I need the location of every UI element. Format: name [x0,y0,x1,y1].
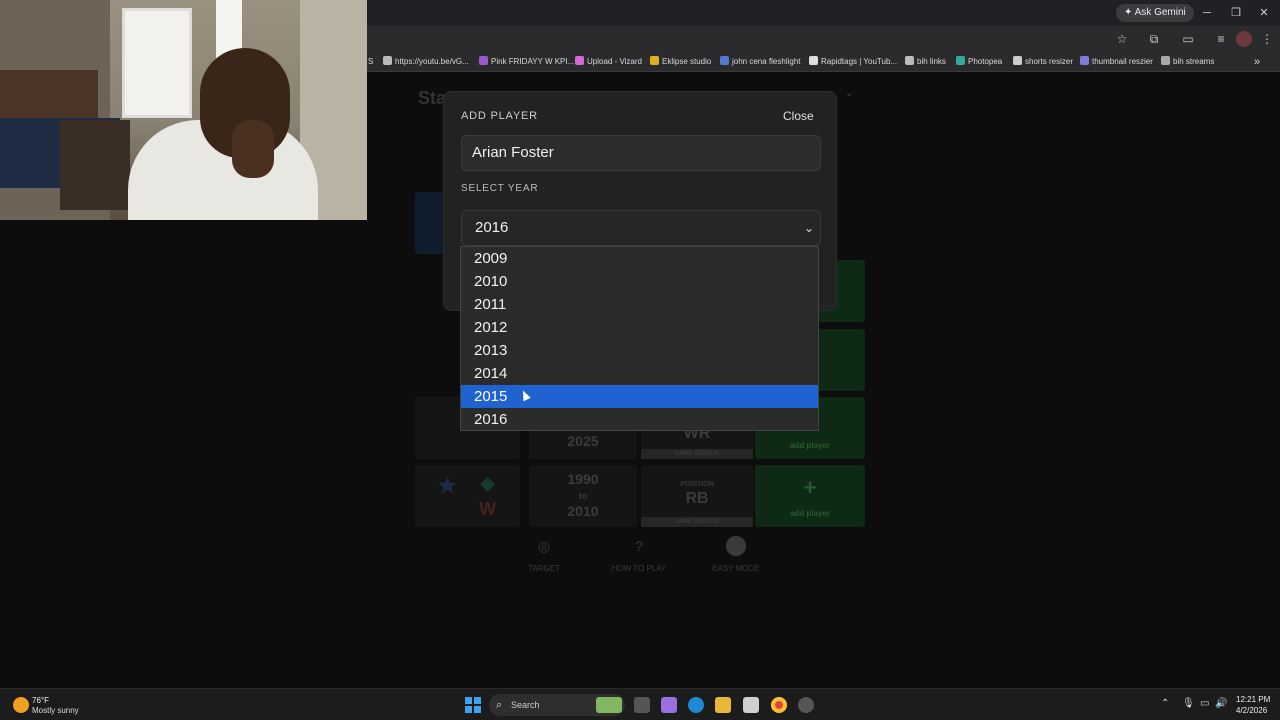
same-season-label: SAME SEASON [641,517,753,527]
network-icon[interactable]: ▭ [1200,698,1209,709]
year-option[interactable]: 2010 [461,270,818,293]
target-option[interactable]: ◎ TARGET [504,536,584,573]
chrome-icon[interactable] [771,697,787,713]
how-to-play-option[interactable]: ? HOW TO PLAY [599,536,679,573]
bookmark-item[interactable]: shorts resizer [1013,55,1073,69]
modal-title: ADD PLAYER [461,110,538,122]
selected-year: 2016 [475,219,509,236]
bookmark-item[interactable]: bih links [905,55,946,69]
year-option[interactable]: 2016 [461,408,818,431]
search-icon: ⌕ [496,699,503,711]
more-bookmarks-icon[interactable]: » [1254,55,1260,69]
year-option-highlighted[interactable]: 2015 [461,385,818,408]
team-logo-tile [415,192,445,254]
bookmark-item[interactable]: Eklipse studio [650,55,711,69]
windows-taskbar: 76°F Mostly sunny ⌕ Search ⌃ 🎙 ▭ 🔊 12:21… [0,688,1280,720]
store-icon[interactable] [743,697,759,713]
eklipse-icon [650,56,659,65]
globe-icon [905,56,914,65]
star-icon[interactable]: ☆ [1114,31,1130,47]
volume-icon[interactable]: 🔊 [1215,698,1227,709]
close-button[interactable]: Close [783,109,814,123]
microphone-icon[interactable]: 🎙 [1182,698,1195,709]
position-cell: POSITION RB SAME SEASON [641,465,753,527]
ask-gemini-label: Ask Gemini [1134,7,1186,18]
weather-description: Mostly sunny [32,706,79,715]
chevron-down-icon: ⌄ [803,221,814,235]
grid-row: ★ ◆ W 1990 to 2010 POSITION RB SAME SEAS… [415,465,865,527]
target-icon: ◎ [537,538,551,554]
menu-icon[interactable]: ⋮ [1259,31,1275,47]
edge-icon[interactable] [688,697,704,713]
bookmark-item[interactable]: https://youtu.be/vG... [383,55,469,69]
vizard-icon [575,56,584,65]
minimize-icon[interactable]: ─ [1198,4,1216,22]
restore-icon[interactable]: ❐ [1227,4,1245,22]
gemini-icon: ✦ [1124,7,1133,18]
question-icon: ? [635,538,643,554]
bookmark-item[interactable]: john cena fleshlight [720,55,801,69]
select-year-label: SELECT YEAR [461,183,539,194]
years-cell: 1990 to 2010 [529,465,637,527]
app-icon[interactable] [798,697,814,713]
commanders-logo-icon: W [479,499,496,519]
screen: ✦ Ask Gemini ─ ❐ ✕ ☆ ⧉ ▭ ≡ ⋮ S https://y… [0,0,1280,720]
chevron-down-icon: ⌄ [845,88,854,99]
weather-temperature: 76°F [32,696,49,705]
media-icon[interactable]: ≡ [1213,31,1229,47]
profile-avatar[interactable] [1236,31,1252,47]
bookmark-icon [1013,56,1022,65]
webcam-overlay [0,0,367,220]
task-view-icon[interactable] [634,697,650,713]
search-highlight-icon [596,697,622,713]
year-option[interactable]: 2011 [461,293,818,316]
cast-icon[interactable]: ▭ [1180,31,1196,47]
windows-start-icon[interactable] [465,697,481,713]
copilot-icon[interactable] [661,697,677,713]
bookmark-item[interactable]: bih streams [1161,55,1214,69]
year-option[interactable]: 2012 [461,316,818,339]
team-logo-cell: ★ ◆ W [415,465,520,527]
clock-time[interactable]: 12:21 PM [1236,695,1270,704]
bookmark-item[interactable]: Upload - Vizard [575,55,642,69]
bookmark-item[interactable]: Pink FRIDAYY W KPI... [479,55,574,69]
add-player-tile[interactable]: + add player [755,465,865,527]
bookmark-item[interactable]: Photopea [956,55,1002,69]
year-dropdown-list: 2009 2010 2011 2012 2013 2014 2015 2016 [460,246,819,431]
page-title: Sta [418,88,447,108]
year-select[interactable]: 2016 ⌄ [461,210,821,246]
globe-icon [383,56,392,65]
photopea-icon [956,56,965,65]
year-option[interactable]: 2013 [461,339,818,362]
file-explorer-icon[interactable] [715,697,731,713]
bookmark-icon [1161,56,1170,65]
toggle-icon [726,536,746,556]
bookmark-item[interactable]: thumbnail reszier [1080,55,1153,69]
bookmark-icon [720,56,729,65]
player-name-field[interactable]: Arian Foster [461,135,821,171]
ask-gemini-button[interactable]: ✦ Ask Gemini [1116,4,1194,22]
eagles-logo-icon: ◆ [480,473,495,493]
bookmark-icon [1080,56,1089,65]
close-window-icon[interactable]: ✕ [1255,4,1273,22]
extensions-icon[interactable]: ⧉ [1146,31,1162,47]
same-season-label: SAME SEASON [641,449,753,459]
chevron-up-icon[interactable]: ⌃ [1161,698,1169,709]
bookmark-item[interactable]: Rapidtags | YouTub... [809,55,897,69]
rapidtags-icon [809,56,818,65]
year-option[interactable]: 2014 [461,362,818,385]
weather-sun-icon[interactable] [13,697,29,713]
bookmark-item[interactable]: S [368,55,373,69]
clock-date[interactable]: 4/2/2026 [1236,706,1267,715]
year-option[interactable]: 2009 [461,247,818,270]
bookmark-icon [479,56,488,65]
easy-mode-option[interactable]: EASY MODE [696,536,776,573]
